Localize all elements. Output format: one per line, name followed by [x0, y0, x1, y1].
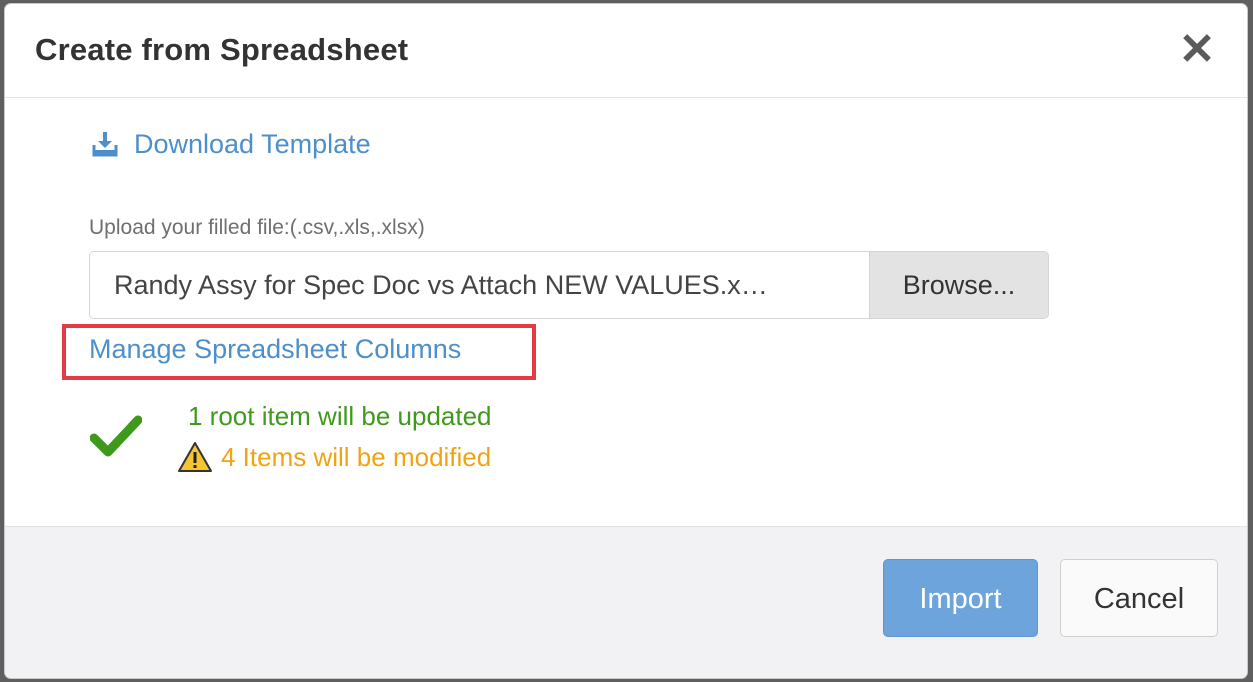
- status-warning-row: 4 Items will be modified: [177, 441, 491, 473]
- download-template-link[interactable]: Download Template: [91, 126, 371, 162]
- dialog-title: Create from Spreadsheet: [35, 32, 409, 67]
- dialog-header: Create from Spreadsheet ✕: [5, 4, 1247, 98]
- cancel-button[interactable]: Cancel: [1060, 559, 1218, 637]
- file-upload-group: Randy Assy for Spec Doc vs Attach NEW VA…: [89, 251, 1049, 319]
- close-icon[interactable]: ✕: [1177, 28, 1217, 72]
- dialog-footer: Import Cancel: [5, 526, 1247, 678]
- download-icon: [92, 132, 118, 157]
- dialog-body: Download Template Upload your filled fil…: [5, 98, 1247, 526]
- status-success-text: 1 root item will be updated: [188, 401, 492, 431]
- import-button[interactable]: Import: [883, 559, 1038, 637]
- upload-file-label: Upload your filled file:(.csv,.xls,.xlsx…: [89, 216, 425, 239]
- download-template-label: Download Template: [134, 128, 371, 159]
- create-from-spreadsheet-dialog: Create from Spreadsheet ✕ Download Templ…: [5, 4, 1247, 678]
- browse-button[interactable]: Browse...: [869, 252, 1048, 318]
- warning-icon: [178, 442, 212, 472]
- file-name-field[interactable]: Randy Assy for Spec Doc vs Attach NEW VA…: [90, 252, 869, 318]
- manage-spreadsheet-columns-link[interactable]: Manage Spreadsheet Columns: [89, 334, 461, 365]
- checkmark-icon: [90, 415, 142, 457]
- status-warning-text: 4 Items will be modified: [221, 441, 492, 472]
